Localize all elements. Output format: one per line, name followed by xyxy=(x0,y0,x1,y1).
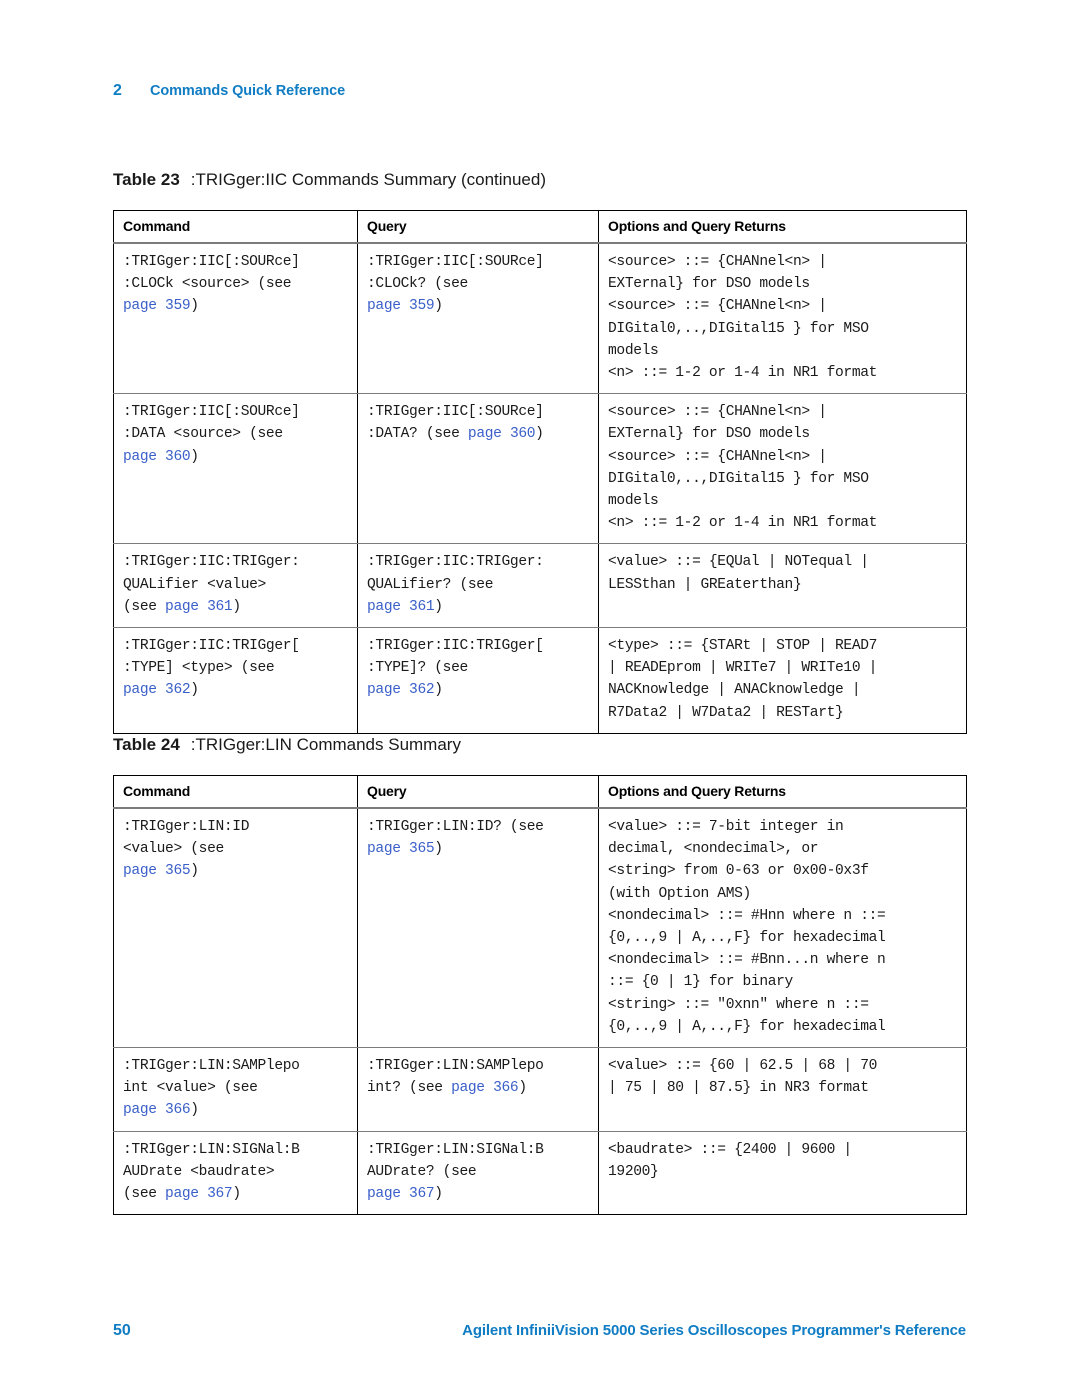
cell-query: :TRIGger:IIC:TRIGger[ :TYPE]? (see page … xyxy=(357,627,599,734)
table-row: :TRIGger:LIN:ID <value> (see page 365) :… xyxy=(113,808,967,1049)
cell-options: <value> ::= {EQUal | NOTequal | LESSthan… xyxy=(598,543,967,629)
cell-query: :TRIGger:LIN:SAMPlepo int? (see page 366… xyxy=(357,1047,599,1132)
cell-command: :TRIGger:IIC:TRIGger[ :TYPE] <type> (see… xyxy=(113,627,358,734)
column-header-command: Command xyxy=(113,775,358,809)
column-header-options: Options and Query Returns xyxy=(598,775,967,809)
column-header-command: Command xyxy=(113,210,358,244)
table-caption-text: :TRIGger:IIC Commands Summary (continued… xyxy=(190,170,546,189)
cell-command: :TRIGger:LIN:ID <value> (see page 365) xyxy=(113,808,358,1049)
page-cross-reference[interactable]: page 366 xyxy=(123,1102,191,1118)
cell-command: :TRIGger:IIC:TRIGger: QUALifier <value> … xyxy=(113,543,358,629)
table-row: :TRIGger:IIC:TRIGger[ :TYPE] <type> (see… xyxy=(113,627,967,734)
chapter-title: Commands Quick Reference xyxy=(150,83,346,99)
table-row: :TRIGger:LIN:SAMPlepo int <value> (see p… xyxy=(113,1047,967,1132)
cell-options: <source> ::= {CHANnel<n> | EXTernal} for… xyxy=(598,243,967,395)
cell-options: <baudrate> ::= {2400 | 9600 | 19200} xyxy=(608,1141,852,1180)
page-cross-reference[interactable]: page 367 xyxy=(165,1186,233,1202)
page-cross-reference[interactable]: page 360 xyxy=(468,426,536,442)
cell-command: :TRIGger:IIC[:SOURce] :CLOCk <source> (s… xyxy=(113,243,358,395)
cell-options: <source> ::= {CHANnel<n> | EXTernal} for… xyxy=(598,393,967,545)
table-caption-label: Table 23 xyxy=(113,170,180,189)
running-header: 2 Commands Quick Reference xyxy=(113,82,345,100)
page-cross-reference[interactable]: page 366 xyxy=(451,1080,519,1096)
table-row: :TRIGger:IIC[:SOURce] :DATA <source> (se… xyxy=(113,393,967,545)
page-cross-reference[interactable]: page 359 xyxy=(367,298,435,314)
page-cross-reference[interactable]: page 362 xyxy=(123,682,191,698)
table-header-row: Command Query Options and Query Returns xyxy=(113,210,967,244)
chapter-number: 2 xyxy=(113,82,122,99)
table-row: :TRIGger:IIC:TRIGger: QUALifier <value> … xyxy=(113,543,967,629)
page-footer: 50 Agilent InfiniiVision 5000 Series Osc… xyxy=(113,1322,966,1340)
table-caption-text: :TRIGger:LIN Commands Summary xyxy=(190,735,461,754)
page-cross-reference[interactable]: page 362 xyxy=(367,682,435,698)
cell-query: :TRIGger:LIN:SIGNal:B AUDrate? (see page… xyxy=(357,1131,599,1215)
document-page: 2 Commands Quick Reference Table 23 :TRIG… xyxy=(0,0,1080,1397)
cell-command: :TRIGger:LIN:SAMPlepo int <value> (see p… xyxy=(113,1047,358,1132)
page-cross-reference[interactable]: page 360 xyxy=(123,449,191,465)
table-caption-23: Table 23 :TRIGger:IIC Commands Summary (c… xyxy=(113,170,546,190)
cell-command: :TRIGger:IIC[:SOURce] :DATA <source> (se… xyxy=(113,393,358,545)
cell-query: :TRIGger:IIC[:SOURce] :DATA? (see page 3… xyxy=(357,393,599,545)
column-header-query: Query xyxy=(357,775,599,809)
commands-table-24: Command Query Options and Query Returns … xyxy=(113,775,967,1216)
table-row: :TRIGger:LIN:SIGNal:B AUDrate <baudrate>… xyxy=(113,1131,967,1215)
page-cross-reference[interactable]: page 361 xyxy=(165,599,233,615)
cell-options: <value> ::= 7-bit integer in decimal, <n… xyxy=(598,808,967,1049)
page-cross-reference[interactable]: page 359 xyxy=(123,298,191,314)
cell-options: <value> ::= {60 | 62.5 | 68 | 70 | 75 | … xyxy=(598,1047,967,1132)
cell-query: :TRIGger:IIC[:SOURce] :CLOCk? (see page … xyxy=(357,243,599,395)
commands-table-23: Command Query Options and Query Returns … xyxy=(113,210,967,734)
table-header-row: Command Query Options and Query Returns xyxy=(113,775,967,809)
cell-options: <type> ::= {STARt | STOP | READ7 | READE… xyxy=(608,638,878,721)
page-cross-reference[interactable]: page 361 xyxy=(367,599,435,615)
table-caption-label: Table 24 xyxy=(113,735,180,754)
page-cross-reference[interactable]: page 365 xyxy=(367,841,435,857)
cell-command: :TRIGger:LIN:SIGNal:B AUDrate <baudrate>… xyxy=(113,1131,358,1215)
column-header-options: Options and Query Returns xyxy=(598,210,967,244)
table-row: :TRIGger:IIC[:SOURce] :CLOCk <source> (s… xyxy=(113,243,967,395)
page-cross-reference[interactable]: page 365 xyxy=(123,863,191,879)
footer-page-number: 50 xyxy=(113,1322,131,1339)
column-header-query: Query xyxy=(357,210,599,244)
page-cross-reference[interactable]: page 367 xyxy=(367,1186,435,1202)
cell-query: :TRIGger:IIC:TRIGger: QUALifier? (see pa… xyxy=(357,543,599,629)
footer-document-title: Agilent InfiniiVision 5000 Series Oscill… xyxy=(462,1322,966,1339)
cell-query: :TRIGger:LIN:ID? (see page 365) xyxy=(357,808,599,1049)
table-caption-24: Table 24 :TRIGger:LIN Commands Summary xyxy=(113,735,461,755)
